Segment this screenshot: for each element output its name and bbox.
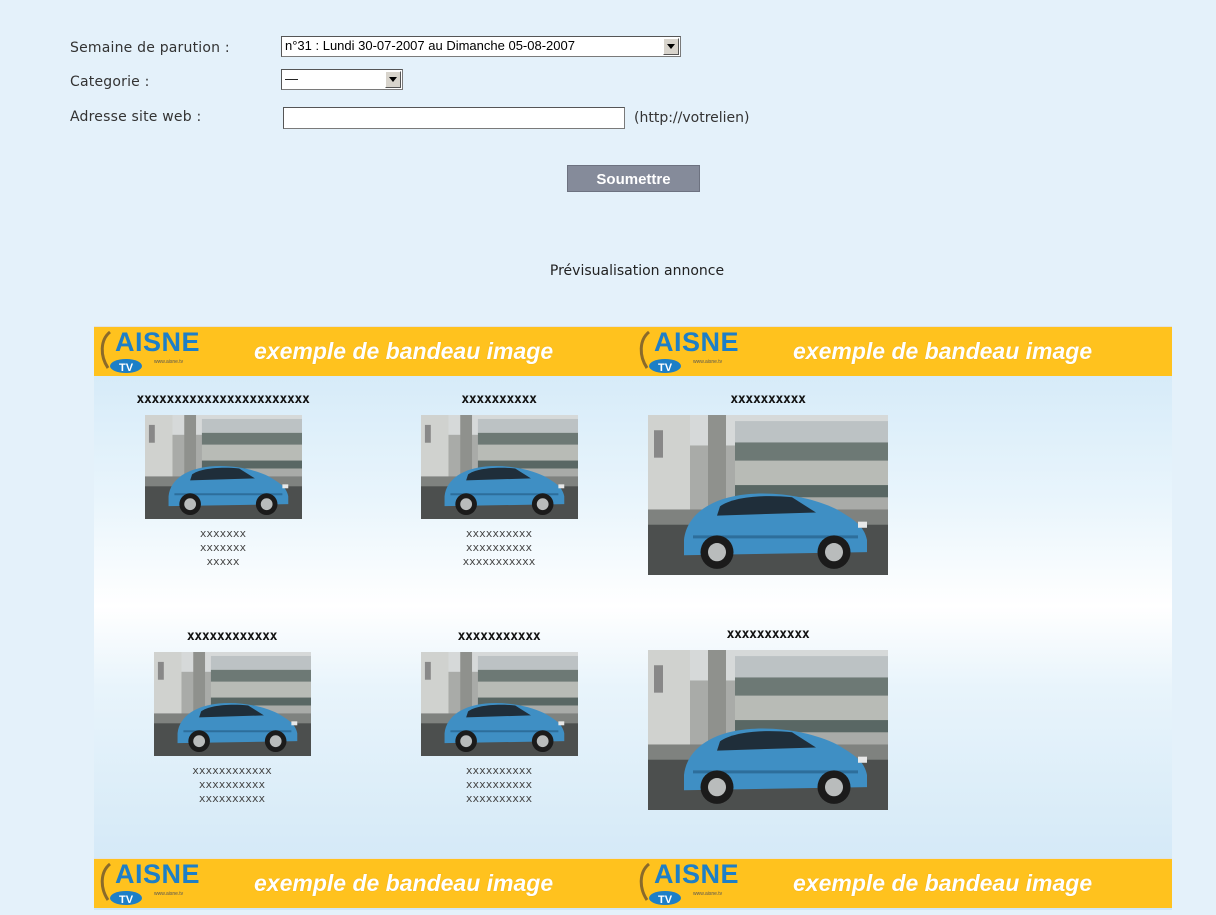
listing-description-line: xxxxxxxxxx: [198, 778, 266, 791]
listing-title: xxxxxxxxxxx: [457, 629, 541, 644]
banner-half: AISNE TV www.aisne.tv exemple de bandeau…: [94, 859, 633, 909]
category-select-value: —: [285, 71, 298, 86]
week-select[interactable]: n°31 : Lundi 30-07-2007 au Dimanche 05-0…: [281, 36, 681, 57]
listing-title: xxxxxxxxxx: [461, 392, 537, 407]
car-photo: [420, 652, 578, 756]
bottom-banner: AISNE TV www.aisne.tv exemple de bandeau…: [94, 858, 1172, 908]
listing-description: xxxxxxxxxx xxxxxxxxxx xxxxxxxxxx: [414, 764, 584, 806]
banner-half: AISNE TV www.aisne.tv exemple de bandeau…: [633, 859, 1172, 909]
website-input[interactable]: [283, 107, 625, 129]
listing-card[interactable]: xxxxxxxxxx xxxxxxxxxx xxxxxxxxxx xxxxxxxxx…: [394, 392, 604, 569]
listing-description-line: xxxxxxxxxx: [465, 764, 533, 777]
aisne-tv-logo: AISNE TV www.aisne.tv: [635, 327, 755, 376]
listing-description-line: xxxxxxxxxx: [465, 541, 533, 554]
banner-slogan: exemple de bandeau image: [254, 338, 554, 364]
logo-text: AISNE: [654, 859, 740, 889]
top-banner: AISNE TV www.aisne.tv exemple de bandeau…: [94, 326, 1172, 376]
logo-tv-text: TV: [119, 362, 134, 374]
banner-slogan: exemple de bandeau image: [254, 870, 554, 896]
listing-description-line: xxxxxxx: [199, 541, 247, 554]
car-photo: [144, 415, 302, 519]
listing-description-line: xxxxxxxxxxx: [462, 555, 536, 568]
listing-title: xxxxxxxxxxx: [726, 627, 810, 642]
listing-description-line: xxxxxxxxxx: [465, 778, 533, 791]
category-select[interactable]: —: [281, 69, 403, 90]
banner-half: AISNE TV www.aisne.tv exemple de bandeau…: [94, 327, 633, 377]
logo-text: AISNE: [654, 327, 740, 357]
listing-card[interactable]: xxxxxxxxxx: [648, 392, 888, 583]
website-hint: (http://votrelien): [634, 110, 750, 126]
car-photo: [648, 650, 888, 810]
listing-title: xxxxxxxxxx: [730, 392, 806, 407]
listing-description: xxxxxxxxxx xxxxxxxxxx xxxxxxxxxxx: [394, 527, 604, 569]
listing-description-line: xxxxxxxxxx: [465, 792, 533, 805]
listing-card[interactable]: xxxxxxxxxxxxxxxxxxxxxxx xxxxxxx xxxxxxx xx…: [94, 392, 352, 569]
car-photo: [648, 415, 888, 575]
logo-url: www.aisne.tv: [154, 891, 184, 897]
logo-tv-text: TV: [658, 894, 673, 906]
listing-description: xxxxxxx xxxxxxx xxxxx: [94, 527, 352, 569]
logo-text: AISNE: [115, 327, 201, 357]
logo-tv-text: TV: [119, 894, 134, 906]
logo-url: www.aisne.tv: [693, 891, 723, 897]
submit-button[interactable]: Soumettre: [567, 165, 700, 192]
logo-text: AISNE: [115, 859, 201, 889]
chevron-down-icon[interactable]: [663, 38, 679, 55]
logo-tv-text: TV: [658, 362, 673, 374]
aisne-tv-logo: AISNE TV www.aisne.tv: [96, 327, 216, 376]
listing-card[interactable]: xxxxxxxxxxx xxxxxxxxxx xxxxxxxxxx xxxxxxxx…: [414, 629, 584, 806]
car-photo: [153, 652, 311, 756]
listing-card[interactable]: xxxxxxxxxxxx xxxxxxxxxxxx xxxxxxxxxx xxxxx…: [144, 629, 320, 806]
car-photo: [420, 415, 578, 519]
aisne-tv-logo: AISNE TV www.aisne.tv: [635, 859, 755, 908]
week-label: Semaine de parution :: [70, 40, 230, 56]
week-select-value: n°31 : Lundi 30-07-2007 au Dimanche 05-0…: [285, 38, 575, 53]
category-label: Categorie :: [70, 74, 150, 90]
website-label: Adresse site web :: [70, 109, 202, 125]
logo-url: www.aisne.tv: [693, 359, 723, 365]
listing-description-line: xxxxxxx: [199, 527, 247, 540]
listing-description-line: xxxxx: [206, 555, 240, 568]
ad-preview: AISNE TV www.aisne.tv exemple de bandeau…: [94, 326, 1172, 910]
listing-description-line: xxxxxxxxxxxx: [192, 764, 272, 777]
logo-url: www.aisne.tv: [154, 359, 184, 365]
listing-description-line: xxxxxxxxxx: [198, 792, 266, 805]
banner-slogan: exemple de bandeau image: [793, 338, 1093, 364]
listing-description: xxxxxxxxxxxx xxxxxxxxxx xxxxxxxxxx: [144, 764, 320, 806]
aisne-tv-logo: AISNE TV www.aisne.tv: [96, 859, 216, 908]
listing-title: xxxxxxxxxxxxxxxxxxxxxxx: [136, 392, 310, 407]
banner-half: AISNE TV www.aisne.tv exemple de bandeau…: [633, 327, 1172, 377]
preview-title: Prévisualisation annonce: [549, 263, 725, 279]
chevron-down-icon[interactable]: [385, 71, 401, 88]
listing-card[interactable]: xxxxxxxxxxx: [648, 627, 888, 818]
banner-slogan: exemple de bandeau image: [793, 870, 1093, 896]
listing-title: xxxxxxxxxxxx: [186, 629, 278, 644]
listing-description-line: xxxxxxxxxx: [465, 527, 533, 540]
